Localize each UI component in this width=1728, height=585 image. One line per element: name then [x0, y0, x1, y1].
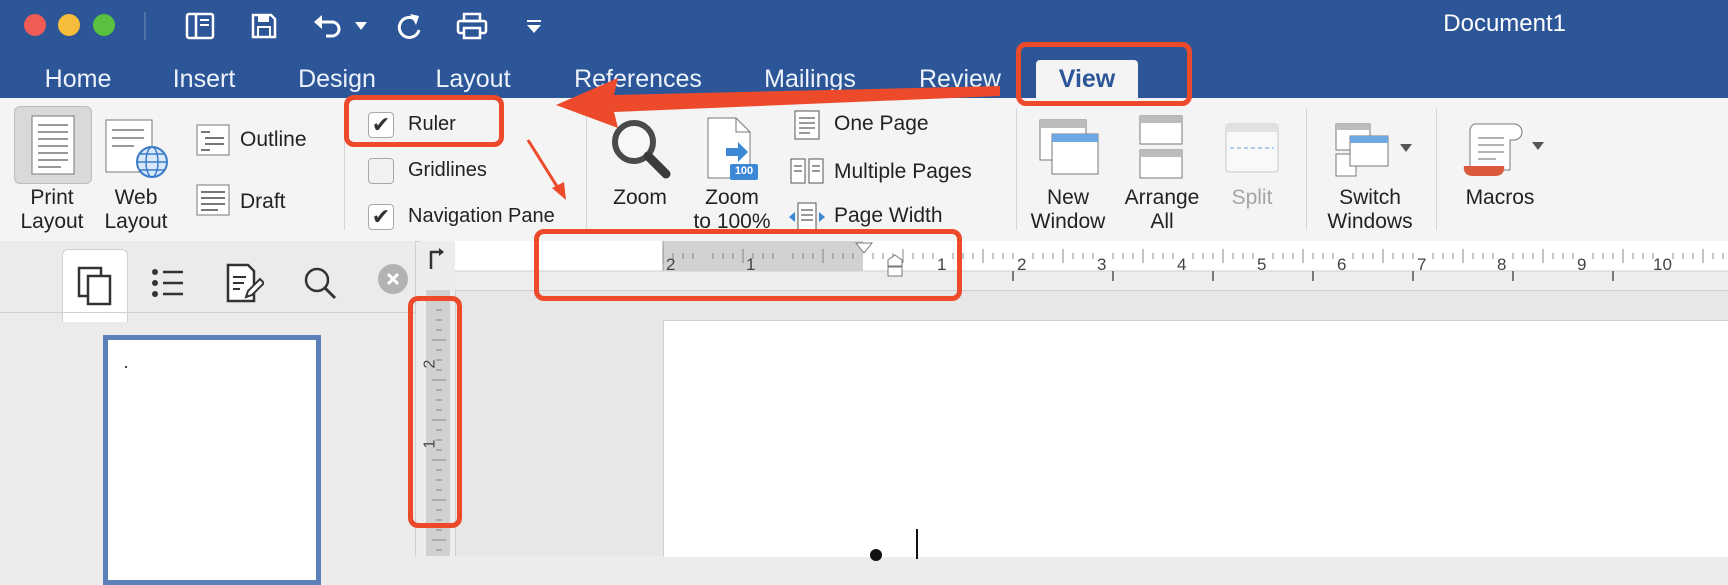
nav-tab-comments[interactable]	[216, 255, 272, 311]
pane-divider	[0, 312, 415, 313]
multiple-pages-button[interactable]: Multiple Pages	[790, 154, 990, 188]
text-cursor	[916, 529, 918, 559]
split-label: Split	[1231, 186, 1273, 209]
paragraph-bullet	[870, 549, 882, 561]
tab-home[interactable]: Home	[30, 60, 126, 98]
edit-document-icon	[226, 263, 264, 303]
annotation-box-horizontal-ruler	[534, 229, 962, 301]
tab-selector[interactable]	[420, 241, 455, 290]
navigation-pane-label: Navigation Pane	[408, 205, 555, 227]
ruler-label: 2	[1017, 255, 1027, 274]
tab-stop-icon	[429, 248, 444, 269]
tab-layout[interactable]: Layout	[420, 60, 526, 98]
ruler-label: 6	[1337, 255, 1347, 274]
macros-label: Macros	[1465, 186, 1535, 209]
list-icon	[152, 269, 183, 297]
annotation-box-ruler-checkbox	[344, 95, 504, 147]
document-page[interactable]	[663, 320, 1728, 561]
page-width-label: Page Width	[834, 204, 943, 227]
zoom-100-badge: 100	[734, 165, 754, 177]
draft-button[interactable]: Draft	[194, 184, 334, 218]
switch-windows-icon	[1335, 123, 1412, 177]
ruler-label: 10	[1653, 255, 1672, 274]
ruler-label: 3	[1097, 255, 1107, 274]
zoom-button[interactable]	[608, 116, 674, 182]
ribbon-separator	[586, 108, 587, 230]
macros-button[interactable]	[1460, 118, 1544, 182]
print-layout-label: Print Layout	[20, 186, 84, 233]
page-width-icon	[789, 202, 825, 232]
print-layout-icon	[31, 115, 75, 175]
draft-icon	[196, 184, 230, 216]
undo-icon[interactable]	[308, 8, 348, 44]
one-page-icon	[794, 110, 820, 140]
title-divider	[144, 12, 146, 40]
customize-toolbar-icon[interactable]	[514, 8, 554, 44]
print-icon[interactable]	[452, 8, 492, 44]
page-thumbnail[interactable]	[103, 335, 321, 585]
outline-icon	[196, 124, 230, 156]
navigation-pane-checkbox[interactable]	[368, 204, 394, 230]
thumbnail-dot	[125, 366, 127, 368]
tab-insert[interactable]: Insert	[156, 60, 252, 98]
arrange-all-icon	[1139, 115, 1183, 179]
close-window-button[interactable]	[24, 14, 46, 36]
multiple-pages-icon	[790, 158, 824, 184]
ruler-label: 8	[1497, 255, 1507, 274]
outline-button[interactable]: Outline	[194, 124, 334, 158]
one-page-label: One Page	[834, 112, 929, 135]
one-page-button[interactable]: One Page	[790, 108, 990, 142]
sidebar-toggle-icon[interactable]	[180, 8, 220, 44]
nav-tab-outline[interactable]	[140, 255, 196, 311]
ribbon-separator	[1306, 108, 1307, 230]
ruler-label: 7	[1417, 255, 1427, 274]
undo-dropdown-icon[interactable]	[350, 8, 372, 44]
macros-scroll-icon	[1463, 123, 1544, 177]
save-icon[interactable]	[244, 8, 284, 44]
zoom-magnifier-icon	[612, 120, 671, 179]
minimize-window-button[interactable]	[58, 14, 80, 36]
new-window-icon	[1039, 119, 1099, 175]
tab-review[interactable]: Review	[908, 60, 1012, 98]
tab-design[interactable]: Design	[282, 60, 392, 98]
zoom-to-100-button[interactable]: 100	[704, 116, 760, 182]
redo-icon[interactable]	[390, 8, 430, 44]
new-window-label: New Window	[1030, 186, 1106, 233]
draft-label: Draft	[240, 190, 286, 213]
split-button[interactable]	[1224, 122, 1280, 176]
ribbon-separator	[1016, 108, 1017, 230]
multiple-pages-label: Multiple Pages	[834, 160, 972, 183]
tab-mailings[interactable]: Mailings	[752, 60, 868, 98]
gridlines-checkbox[interactable]	[368, 158, 394, 184]
arrange-all-button[interactable]	[1138, 114, 1184, 180]
outline-label: Outline	[240, 128, 307, 151]
nav-tab-search[interactable]	[292, 255, 348, 311]
ruler-label: 5	[1257, 255, 1267, 274]
web-layout-label: Web Layout	[104, 186, 168, 233]
annotation-box-vertical-ruler	[408, 296, 462, 528]
gridlines-label: Gridlines	[408, 159, 487, 181]
zoom-label: Zoom	[613, 186, 667, 209]
ruler-label: 4	[1177, 255, 1187, 274]
annotation-box-view-tab	[1016, 42, 1192, 106]
thumbnails-icon	[77, 266, 112, 306]
switch-windows-button[interactable]	[1334, 120, 1416, 180]
search-icon	[304, 267, 337, 300]
ribbon-separator	[1436, 108, 1437, 230]
print-layout-button[interactable]	[14, 106, 92, 184]
web-layout-button[interactable]	[104, 118, 170, 180]
document-title: Document1	[1443, 10, 1566, 37]
arrange-all-label: Arrange All	[1124, 186, 1200, 233]
gridlines-checkbox-row[interactable]: Gridlines	[366, 156, 516, 186]
tab-references[interactable]: References	[558, 60, 718, 98]
ruler-label: 9	[1577, 255, 1587, 274]
navigation-pane-checkbox-row[interactable]: Navigation Pane	[366, 202, 576, 232]
switch-windows-label: Switch Windows	[1327, 186, 1413, 233]
close-pane-button[interactable]	[378, 264, 408, 294]
new-window-button[interactable]	[1038, 118, 1100, 178]
zoom-window-button[interactable]	[93, 14, 115, 36]
web-layout-icon	[105, 119, 168, 178]
split-icon	[1225, 123, 1279, 173]
close-icon	[386, 272, 400, 286]
